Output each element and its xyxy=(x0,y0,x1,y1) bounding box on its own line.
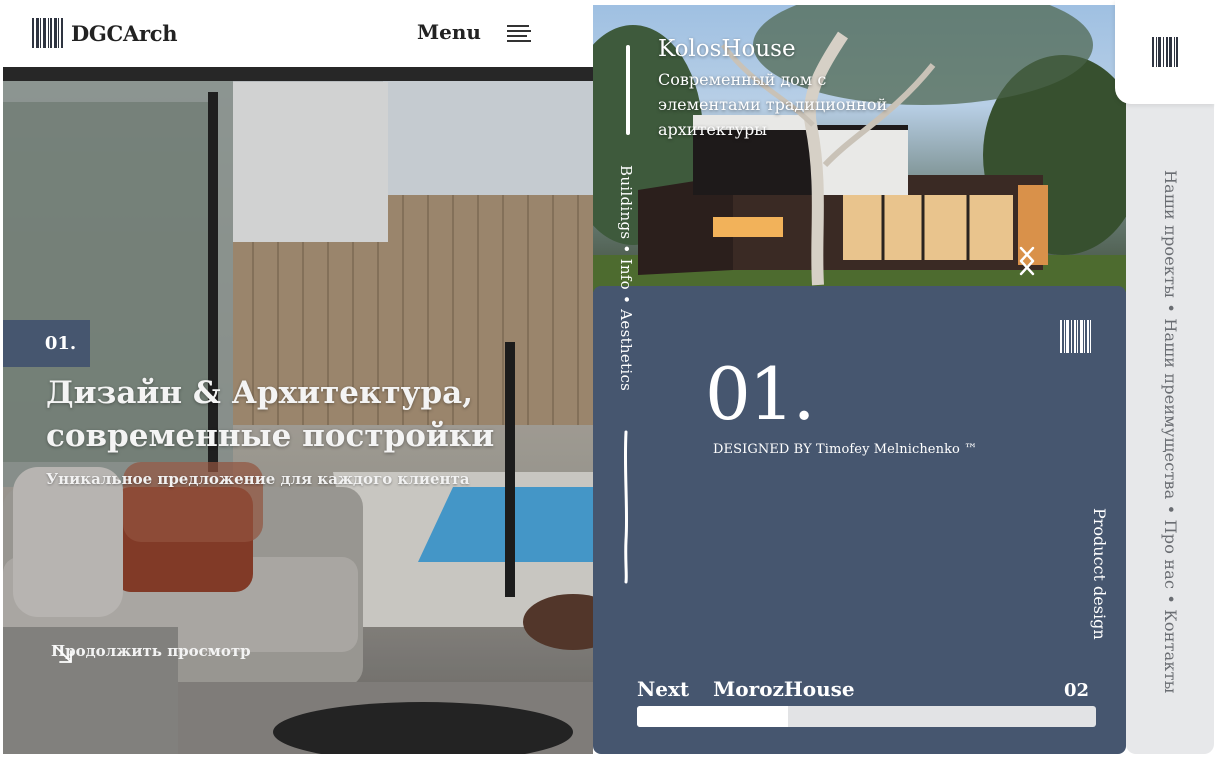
project-vertical-nav-text: Buildings • Info • Aesthetics xyxy=(617,165,635,392)
hero-section: 01. Дизайн & Архитектура, современные по… xyxy=(3,67,593,754)
project-name: KolosHouse xyxy=(658,36,796,62)
sidebar-logo-card[interactable] xyxy=(1115,0,1215,104)
next-project-name: MorozHouse xyxy=(713,677,855,701)
sidebar-vertical-nav[interactable]: Наши проекты • Наши преимущества • Про н… xyxy=(1158,170,1182,694)
project-category: Producct design xyxy=(1089,508,1109,648)
barcode-icon xyxy=(32,18,63,48)
project-category-label: Producct design xyxy=(1090,508,1109,640)
menu-button[interactable]: Menu xyxy=(417,20,531,44)
slide-progress-fill xyxy=(637,706,789,727)
continue-viewing-label: Продолжить просмотр xyxy=(51,642,251,660)
next-label: Next xyxy=(637,677,690,701)
project-vertical-nav[interactable]: Buildings • Info • Aesthetics xyxy=(615,165,635,391)
next-project-number: 02 xyxy=(1063,680,1089,701)
sidebar-vertical-nav-text[interactable]: Наши проекты • Наши преимущества • Про н… xyxy=(1161,170,1180,694)
project-number: 01. xyxy=(705,352,816,436)
logo-text: DGCArch xyxy=(71,20,178,46)
logo[interactable]: DGCArch xyxy=(32,18,177,48)
project-photo: KolosHouse Современный дом с элементами … xyxy=(593,5,1126,292)
hero-slide-badge: 01. xyxy=(3,320,90,367)
menu-label: Menu xyxy=(417,20,481,44)
photo-accent-line xyxy=(626,45,630,135)
next-project-row[interactable]: Next MorozHouse 02 xyxy=(637,677,1097,701)
site-header: DGCArch Menu xyxy=(0,0,593,67)
hero-title-line-2: современные постройки xyxy=(46,418,495,454)
panel-accent-line xyxy=(623,430,629,584)
slide-progress-bar[interactable] xyxy=(637,706,1096,727)
designed-by-credit: DESIGNED BY Timofey Melnichenko ™ xyxy=(713,442,978,457)
hamburger-icon xyxy=(506,23,531,42)
project-description: Современный дом с элементами традиционно… xyxy=(658,70,888,139)
barcode-icon xyxy=(1152,37,1178,67)
barcode-icon xyxy=(1060,320,1091,353)
chevron-right-icon[interactable] xyxy=(1016,245,1038,277)
arrow-down-right-icon xyxy=(54,645,72,663)
hero-title-line-1: Дизайн & Архитектура, xyxy=(46,375,474,411)
continue-viewing-link[interactable]: Продолжить просмотр xyxy=(51,642,251,663)
hero-title: Дизайн & Архитектура, современные постро… xyxy=(46,372,566,458)
hero-subtitle: Уникальное предложение для каждого клиен… xyxy=(46,470,470,488)
